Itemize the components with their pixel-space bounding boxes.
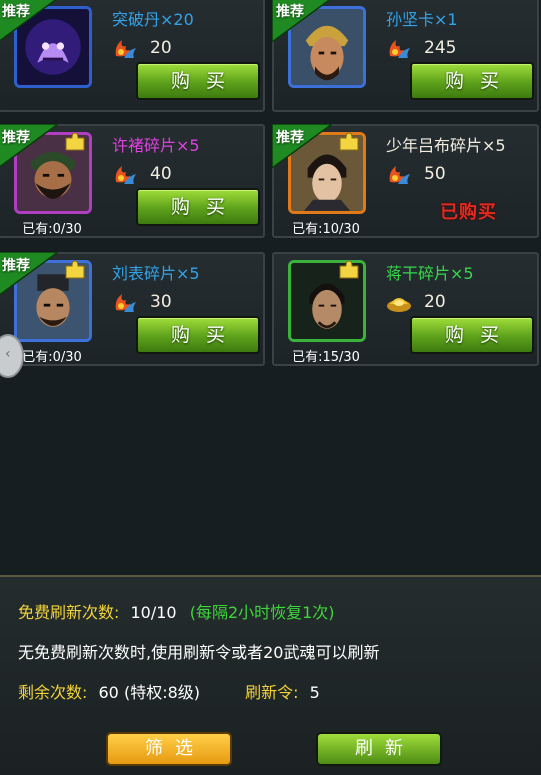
item-name: 少年吕布碎片×5 [386,136,506,155]
item-name: 蒋干碎片×5 [386,264,474,283]
puzzle-piece-icon [338,132,360,152]
free-refresh-value: 10/10 [130,603,177,622]
refresh-info-text: 无免费刷新次数时,使用刷新令或者20武魂可以刷新 [18,643,380,662]
owned-count: 已有:0/30 [22,222,82,237]
shop-item-card[interactable]: 推荐 孙坚卡×1 245 购买 [271,0,539,112]
shop-item-card[interactable]: 已有:15/30 蒋干碎片×5 20 购买 [272,252,539,366]
price-value: 30 [150,292,172,312]
recommend-label: 推荐 [2,130,30,146]
item-name: 孙坚卡×1 [386,10,458,29]
price-value: 50 [424,164,446,184]
buy-button[interactable]: 购买 [410,62,534,100]
recommend-ribbon: 推荐 [271,123,335,170]
recommend-ribbon: 推荐 [0,251,61,296]
soul-flame-icon [112,162,138,186]
buy-button[interactable]: 购买 [136,316,260,354]
chevron-left-icon: ‹ [5,346,11,362]
buy-button[interactable]: 购买 [136,188,260,226]
puzzle-piece-icon [338,260,360,280]
refresh-info-panel: 免费刷新次数: 10/10 (每隔2小时恢复1次) 无免费刷新次数时,使用刷新令… [0,575,541,775]
puzzle-piece-icon [64,132,86,152]
soul-flame-icon [386,162,412,186]
shop-item-card[interactable]: 推荐已有:10/30 少年吕布碎片×5 50 已购买 [271,123,539,238]
buy-button[interactable]: 购买 [410,316,534,354]
recommend-ribbon: 推荐 [271,0,332,44]
shop-item-card[interactable]: 推荐 突破丹×20 20 购买 [0,0,265,112]
shop-item-card[interactable]: 推荐已有:0/30 许褚碎片×5 40 购买 [0,123,265,238]
gold-ingot-icon [386,290,412,314]
free-refresh-row: 免费刷新次数: 10/10 (每隔2小时恢复1次) [18,599,335,623]
owned-count: 已有:15/30 [292,350,360,365]
token-label: 刷新令: [245,683,299,702]
purchased-label: 已购买 [440,202,497,223]
price-value: 40 [150,164,172,184]
soul-flame-icon [112,36,138,60]
remaining-row: 剩余次数: 60 (特权:8级) 刷新令: 5 [18,679,320,703]
recommend-ribbon: 推荐 [0,0,58,42]
remaining-value: 60 (特权:8级) [98,683,201,702]
recommend-label: 推荐 [276,130,304,146]
soul-flame-icon [386,36,412,60]
filter-button[interactable]: 筛选 [106,732,232,766]
recommend-label: 推荐 [2,258,30,274]
refresh-button[interactable]: 刷新 [316,732,442,766]
free-refresh-label: 免费刷新次数: [18,603,120,622]
price-value: 20 [424,292,446,312]
free-refresh-note: (每隔2小时恢复1次) [189,603,335,622]
owned-count: 已有:10/30 [292,222,360,237]
shop-item-card[interactable]: 推荐 已有:0/30 刘表碎片×5 30 购买 [0,251,265,366]
token-value: 5 [309,683,320,702]
soul-flame-icon [112,290,138,314]
item-name: 突破丹×20 [112,10,194,29]
recommend-ribbon: 推荐 [0,123,61,168]
price-value: 20 [150,38,172,58]
remaining-label: 剩余次数: [18,683,88,702]
buy-button[interactable]: 购买 [136,62,260,100]
puzzle-piece-icon [64,260,86,280]
item-name: 刘表碎片×5 [112,264,200,283]
recommend-label: 推荐 [2,4,30,20]
price-value: 245 [424,38,457,58]
item-name: 许褚碎片×5 [112,136,200,155]
recommend-label: 推荐 [276,4,304,20]
